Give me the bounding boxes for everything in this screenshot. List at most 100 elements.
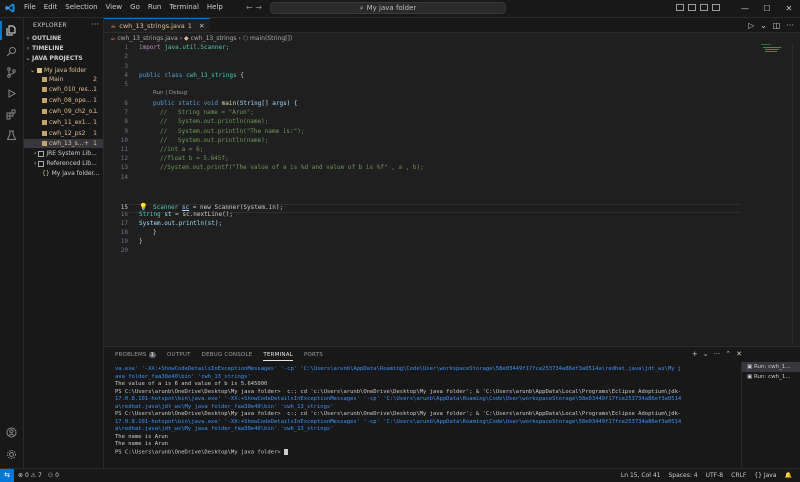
customize-layout-icon[interactable] bbox=[712, 4, 720, 11]
terminal-output[interactable]: va.exe' '-XX:+ShowCodeDetailsInException… bbox=[115, 366, 725, 456]
notifications-bell-icon[interactable]: 🔔 bbox=[785, 469, 792, 482]
search-icon[interactable] bbox=[5, 45, 18, 58]
java-projects-section[interactable]: ⌄JAVA PROJECTS bbox=[24, 55, 103, 64]
terminal-line: The name is Arun bbox=[115, 433, 168, 440]
close-tab-icon[interactable]: ✕ bbox=[199, 22, 204, 30]
language-mode[interactable]: {} Java bbox=[754, 469, 776, 482]
timeline-section[interactable]: › TIMELINE bbox=[24, 45, 103, 54]
terminal-line: va.exe' '-XX:+ShowCodeDetailsInException… bbox=[115, 366, 682, 372]
minimap[interactable] bbox=[761, 44, 785, 54]
extensions-icon[interactable] bbox=[5, 108, 18, 121]
info-status[interactable]: ⚇ 0 bbox=[48, 469, 59, 482]
tab-cwh-13-strings[interactable]: ☕ cwh_13_strings.java 1 ✕ bbox=[104, 18, 211, 32]
terminal-instance[interactable]: ▣ Run: cwh_1... bbox=[742, 362, 800, 372]
lightbulb-icon[interactable]: 💡 bbox=[139, 203, 148, 211]
menu-file[interactable]: File bbox=[20, 3, 40, 11]
cursor-position[interactable]: Ln 15, Col 41 bbox=[621, 469, 661, 482]
back-arrow-icon[interactable]: ← bbox=[246, 3, 253, 12]
problem-count-badge: 1 bbox=[93, 97, 97, 104]
menu-bar: File Edit Selection View Go Run Terminal… bbox=[20, 3, 227, 11]
line-number: 13 bbox=[120, 164, 128, 171]
close-panel-icon[interactable]: ✕ bbox=[736, 350, 742, 358]
line-number: 2 bbox=[124, 53, 128, 60]
menu-terminal[interactable]: Terminal bbox=[165, 3, 203, 11]
menu-edit[interactable]: Edit bbox=[40, 3, 62, 11]
explorer-sidebar: EXPLORER ··· › OUTLINE › TIMELINE ⌄JAVA PR… bbox=[24, 18, 104, 468]
settings-gear-icon[interactable] bbox=[5, 448, 18, 461]
run-debug-codelens[interactable]: Run | Debug bbox=[153, 90, 187, 96]
editor-scrollbar[interactable] bbox=[792, 44, 800, 344]
tab-output[interactable]: OUTPUT bbox=[167, 352, 191, 358]
outline-section[interactable]: › OUTLINE bbox=[24, 35, 103, 44]
line-ending[interactable]: CRLF bbox=[731, 469, 746, 482]
java-file-icon: ☕ bbox=[110, 35, 116, 42]
line-number: 12 bbox=[120, 155, 128, 162]
more-actions-icon[interactable]: ··· bbox=[786, 21, 794, 30]
close-icon[interactable]: ✕ bbox=[778, 4, 800, 13]
tree-item-project[interactable]: ⌄ My java folder bbox=[24, 66, 103, 75]
tree-item-library[interactable]: › JRE System Lib... bbox=[24, 149, 103, 158]
breadcrumb-method[interactable]: main(String[]) bbox=[250, 35, 292, 42]
tree-item-library[interactable]: › Referenced Lib... bbox=[24, 159, 103, 168]
menu-run[interactable]: Run bbox=[144, 3, 165, 11]
command-center[interactable]: ⌕ My java folder bbox=[270, 2, 506, 14]
class-icon bbox=[42, 109, 47, 114]
encoding[interactable]: UTF-8 bbox=[706, 469, 724, 482]
maximize-icon[interactable]: ☐ bbox=[756, 4, 778, 13]
menu-help[interactable]: Help bbox=[203, 3, 227, 11]
chevron-right-icon: › bbox=[34, 160, 37, 167]
breadcrumb-file[interactable]: cwh_13_strings.java bbox=[117, 35, 177, 42]
tree-item-file[interactable]: cwh_010_res... 1 bbox=[24, 85, 103, 94]
source-control-icon[interactable] bbox=[5, 66, 18, 79]
tab-problems[interactable]: PROBLEMS 1 bbox=[115, 352, 157, 358]
tree-item-main[interactable]: Main 2 bbox=[24, 75, 103, 84]
minimize-icon[interactable]: — bbox=[734, 4, 756, 13]
problems-status[interactable]: ⊗ 0 ⚠ 7 bbox=[18, 469, 42, 482]
toggle-panel-icon[interactable] bbox=[688, 4, 696, 11]
toggle-sidebar-icon[interactable] bbox=[676, 4, 684, 11]
line-number: 20 bbox=[120, 247, 128, 254]
maximize-panel-icon[interactable]: ⌃ bbox=[725, 350, 731, 358]
tree-item-file[interactable]: cwh_08_ope... 1 bbox=[24, 96, 103, 105]
class-icon bbox=[42, 131, 47, 136]
run-icon[interactable]: ▷ bbox=[748, 21, 754, 30]
add-icon[interactable]: + bbox=[84, 139, 89, 148]
chevron-down-icon: ⌄ bbox=[25, 55, 31, 62]
tree-item-file[interactable]: cwh_09_ch2_o... 1 bbox=[24, 107, 103, 116]
library-icon bbox=[38, 160, 45, 167]
code-line: // String name = "Arun"; bbox=[160, 109, 254, 116]
menu-go[interactable]: Go bbox=[126, 3, 144, 11]
testing-icon[interactable] bbox=[5, 129, 18, 142]
new-terminal-icon[interactable]: + bbox=[692, 350, 698, 358]
tree-item-file-selected[interactable]: cwh_13_s... +1 bbox=[24, 139, 103, 148]
chevron-down-icon[interactable]: ⌄ bbox=[703, 350, 709, 358]
terminal-instance[interactable]: ▣ Run: cwh_1... bbox=[742, 372, 800, 382]
breadcrumb-class[interactable]: cwh_13_strings bbox=[191, 35, 237, 42]
accounts-icon[interactable] bbox=[5, 426, 18, 439]
explorer-icon[interactable] bbox=[0, 21, 18, 40]
indentation[interactable]: Spaces: 4 bbox=[668, 469, 697, 482]
tree-item-file[interactable]: cwh_11_ex1... 1 bbox=[24, 118, 103, 127]
run-debug-icon[interactable] bbox=[5, 87, 18, 100]
menu-selection[interactable]: Selection bbox=[61, 3, 101, 11]
more-actions-icon[interactable]: ··· bbox=[714, 350, 721, 358]
editor-area: ☕ cwh_13_strings.java 1 ✕ ▷ ⌄ ◫ ··· ☕ cw… bbox=[104, 18, 800, 346]
menu-view[interactable]: View bbox=[102, 3, 127, 11]
java-file-icon: ☕ bbox=[110, 21, 117, 30]
tree-item-folder[interactable]: {} My java folder... bbox=[24, 169, 103, 178]
nav-arrows: ← → bbox=[246, 3, 262, 12]
tab-debug-console[interactable]: DEBUG CONSOLE bbox=[202, 352, 253, 358]
line-number: 17 bbox=[120, 220, 128, 227]
split-editor-icon[interactable]: ◫ bbox=[773, 21, 781, 30]
code-line: //float b = 5.645f; bbox=[160, 155, 229, 162]
forward-arrow-icon[interactable]: → bbox=[255, 3, 262, 12]
tab-ports[interactable]: PORTS bbox=[304, 352, 323, 358]
window-controls: — ☐ ✕ bbox=[734, 0, 800, 17]
tree-item-file[interactable]: cwh_12_ps2 1 bbox=[24, 129, 103, 138]
tab-terminal[interactable]: TERMINAL bbox=[263, 352, 293, 361]
editor-actions: ▷ ⌄ ◫ ··· bbox=[748, 21, 794, 30]
toggle-secondary-sidebar-icon[interactable] bbox=[700, 4, 708, 11]
chevron-down-icon[interactable]: ⌄ bbox=[760, 21, 767, 30]
more-actions-icon[interactable]: ··· bbox=[91, 20, 99, 29]
remote-indicator-icon[interactable]: ⇆ bbox=[0, 469, 14, 482]
